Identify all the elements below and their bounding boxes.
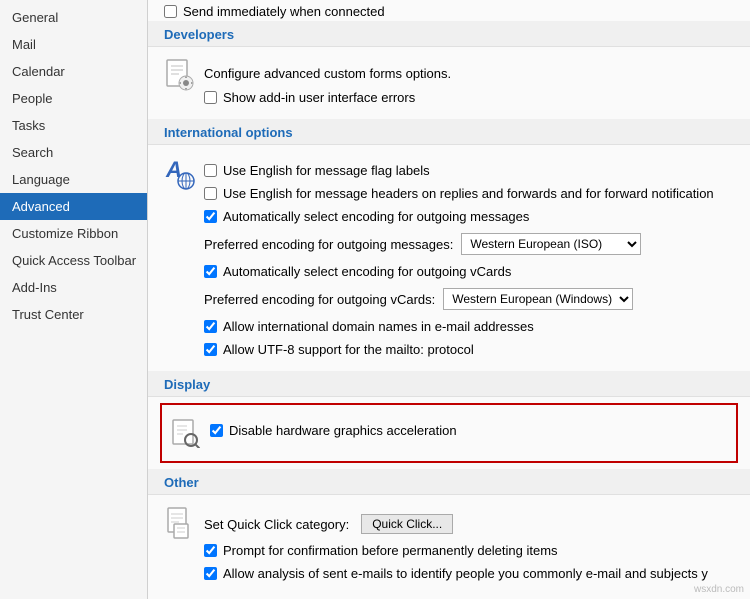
show-addin-label: Show add-in user interface errors bbox=[223, 90, 415, 105]
show-addin-checkbox[interactable] bbox=[204, 91, 217, 104]
allow-analysis-row: Allow analysis of sent e-mails to identi… bbox=[204, 564, 734, 583]
intl-domain-label: Allow international domain names in e-ma… bbox=[223, 319, 534, 334]
watermark: wsxdn.com bbox=[694, 584, 744, 595]
confirm-delete-checkbox[interactable] bbox=[204, 544, 217, 557]
sidebar-item-calendar[interactable]: Calendar bbox=[0, 58, 147, 85]
international-row: A Use English for message flag labels bbox=[164, 153, 734, 367]
sidebar-item-quick-access-toolbar[interactable]: Quick Access Toolbar bbox=[0, 247, 147, 274]
auto-encoding-vcards-row: Automatically select encoding for outgoi… bbox=[204, 262, 734, 281]
show-addin-row: Show add-in user interface errors bbox=[204, 88, 734, 107]
developers-header: Developers bbox=[148, 21, 750, 47]
sidebar-item-search[interactable]: Search bbox=[0, 139, 147, 166]
send-immediately-checkbox[interactable] bbox=[164, 5, 177, 18]
english-flag-row: Use English for message flag labels bbox=[204, 161, 734, 180]
configure-forms-row: Configure advanced custom forms options. bbox=[204, 63, 734, 84]
sidebar-item-tasks[interactable]: Tasks bbox=[0, 112, 147, 139]
quick-click-label: Set Quick Click category: bbox=[204, 517, 349, 532]
send-row: Send immediately when connected bbox=[148, 0, 750, 21]
other-row: Set Quick Click category: Quick Click...… bbox=[164, 503, 734, 591]
display-icon bbox=[170, 417, 202, 449]
display-box: Disable hardware graphics acceleration bbox=[160, 403, 738, 463]
quick-click-row: Set Quick Click category: Quick Click... bbox=[204, 511, 734, 537]
display-header: Display bbox=[148, 371, 750, 397]
english-headers-checkbox[interactable] bbox=[204, 187, 217, 200]
allow-analysis-label: Allow analysis of sent e-mails to identi… bbox=[223, 566, 708, 581]
english-headers-row: Use English for message headers on repli… bbox=[204, 184, 734, 203]
other-section: Other Set Quic bbox=[148, 469, 750, 595]
preferred-encoding-outgoing-row: Preferred encoding for outgoing messages… bbox=[204, 230, 734, 258]
international-header: International options bbox=[148, 119, 750, 145]
sidebar-item-add-ins[interactable]: Add-Ins bbox=[0, 274, 147, 301]
disable-hw-accel-checkbox[interactable] bbox=[210, 424, 223, 437]
confirm-delete-row: Prompt for confirmation before permanent… bbox=[204, 541, 734, 560]
international-section: International options A Use bbox=[148, 119, 750, 371]
developers-row: Configure advanced custom forms options.… bbox=[164, 55, 734, 115]
sidebar-item-advanced[interactable]: Advanced bbox=[0, 193, 147, 220]
send-immediately-label: Send immediately when connected bbox=[183, 4, 385, 19]
auto-encoding-vcards-label: Automatically select encoding for outgoi… bbox=[223, 264, 511, 279]
svg-text:A: A bbox=[165, 157, 182, 182]
preferred-encoding-outgoing-dropdown[interactable]: Western European (ISO) bbox=[461, 233, 641, 255]
developers-options: Configure advanced custom forms options.… bbox=[204, 59, 734, 111]
english-flag-checkbox[interactable] bbox=[204, 164, 217, 177]
sidebar-item-people[interactable]: People bbox=[0, 85, 147, 112]
auto-encoding-row: Automatically select encoding for outgoi… bbox=[204, 207, 734, 226]
utf8-mailto-label: Allow UTF-8 support for the mailto: prot… bbox=[223, 342, 474, 357]
configure-forms-label: Configure advanced custom forms options. bbox=[204, 66, 451, 81]
auto-encoding-checkbox[interactable] bbox=[204, 210, 217, 223]
developers-icon bbox=[164, 59, 196, 91]
preferred-encoding-vcards-label: Preferred encoding for outgoing vCards: bbox=[204, 292, 435, 307]
sidebar-item-language[interactable]: Language bbox=[0, 166, 147, 193]
other-header: Other bbox=[148, 469, 750, 495]
international-content: A Use English for message flag labels bbox=[148, 145, 750, 371]
developers-section: Developers Con bbox=[148, 21, 750, 119]
allow-analysis-checkbox[interactable] bbox=[204, 567, 217, 580]
other-content: Set Quick Click category: Quick Click...… bbox=[148, 495, 750, 595]
disable-hw-accel-row: Disable hardware graphics acceleration bbox=[210, 421, 728, 440]
quick-click-button[interactable]: Quick Click... bbox=[361, 514, 453, 534]
other-options: Set Quick Click category: Quick Click...… bbox=[204, 507, 734, 587]
utf8-mailto-row: Allow UTF-8 support for the mailto: prot… bbox=[204, 340, 734, 359]
display-row: Disable hardware graphics acceleration bbox=[170, 413, 728, 453]
confirm-delete-label: Prompt for confirmation before permanent… bbox=[223, 543, 558, 558]
disable-hw-accel-label: Disable hardware graphics acceleration bbox=[229, 423, 457, 438]
english-headers-label: Use English for message headers on repli… bbox=[223, 186, 714, 201]
sidebar-item-general[interactable]: General bbox=[0, 4, 147, 31]
auto-encoding-vcards-checkbox[interactable] bbox=[204, 265, 217, 278]
developers-content: Configure advanced custom forms options.… bbox=[148, 47, 750, 119]
preferred-encoding-vcards-dropdown[interactable]: Western European (Windows) bbox=[443, 288, 633, 310]
main-content: Send immediately when connected Develope… bbox=[148, 0, 750, 599]
international-options: Use English for message flag labels Use … bbox=[204, 157, 734, 363]
sidebar-item-trust-center[interactable]: Trust Center bbox=[0, 301, 147, 328]
sidebar: General Mail Calendar People Tasks Searc… bbox=[0, 0, 148, 599]
sidebar-item-customize-ribbon[interactable]: Customize Ribbon bbox=[0, 220, 147, 247]
display-section: Display Disabl bbox=[148, 371, 750, 463]
other-icon bbox=[164, 507, 196, 539]
international-icon: A bbox=[164, 157, 196, 189]
intl-domain-row: Allow international domain names in e-ma… bbox=[204, 317, 734, 336]
english-flag-label: Use English for message flag labels bbox=[223, 163, 430, 178]
preferred-encoding-vcards-row: Preferred encoding for outgoing vCards: … bbox=[204, 285, 734, 313]
intl-domain-checkbox[interactable] bbox=[204, 320, 217, 333]
auto-encoding-label: Automatically select encoding for outgoi… bbox=[223, 209, 529, 224]
sidebar-item-mail[interactable]: Mail bbox=[0, 31, 147, 58]
utf8-mailto-checkbox[interactable] bbox=[204, 343, 217, 356]
preferred-encoding-outgoing-label: Preferred encoding for outgoing messages… bbox=[204, 237, 453, 252]
display-options: Disable hardware graphics acceleration bbox=[210, 417, 728, 444]
